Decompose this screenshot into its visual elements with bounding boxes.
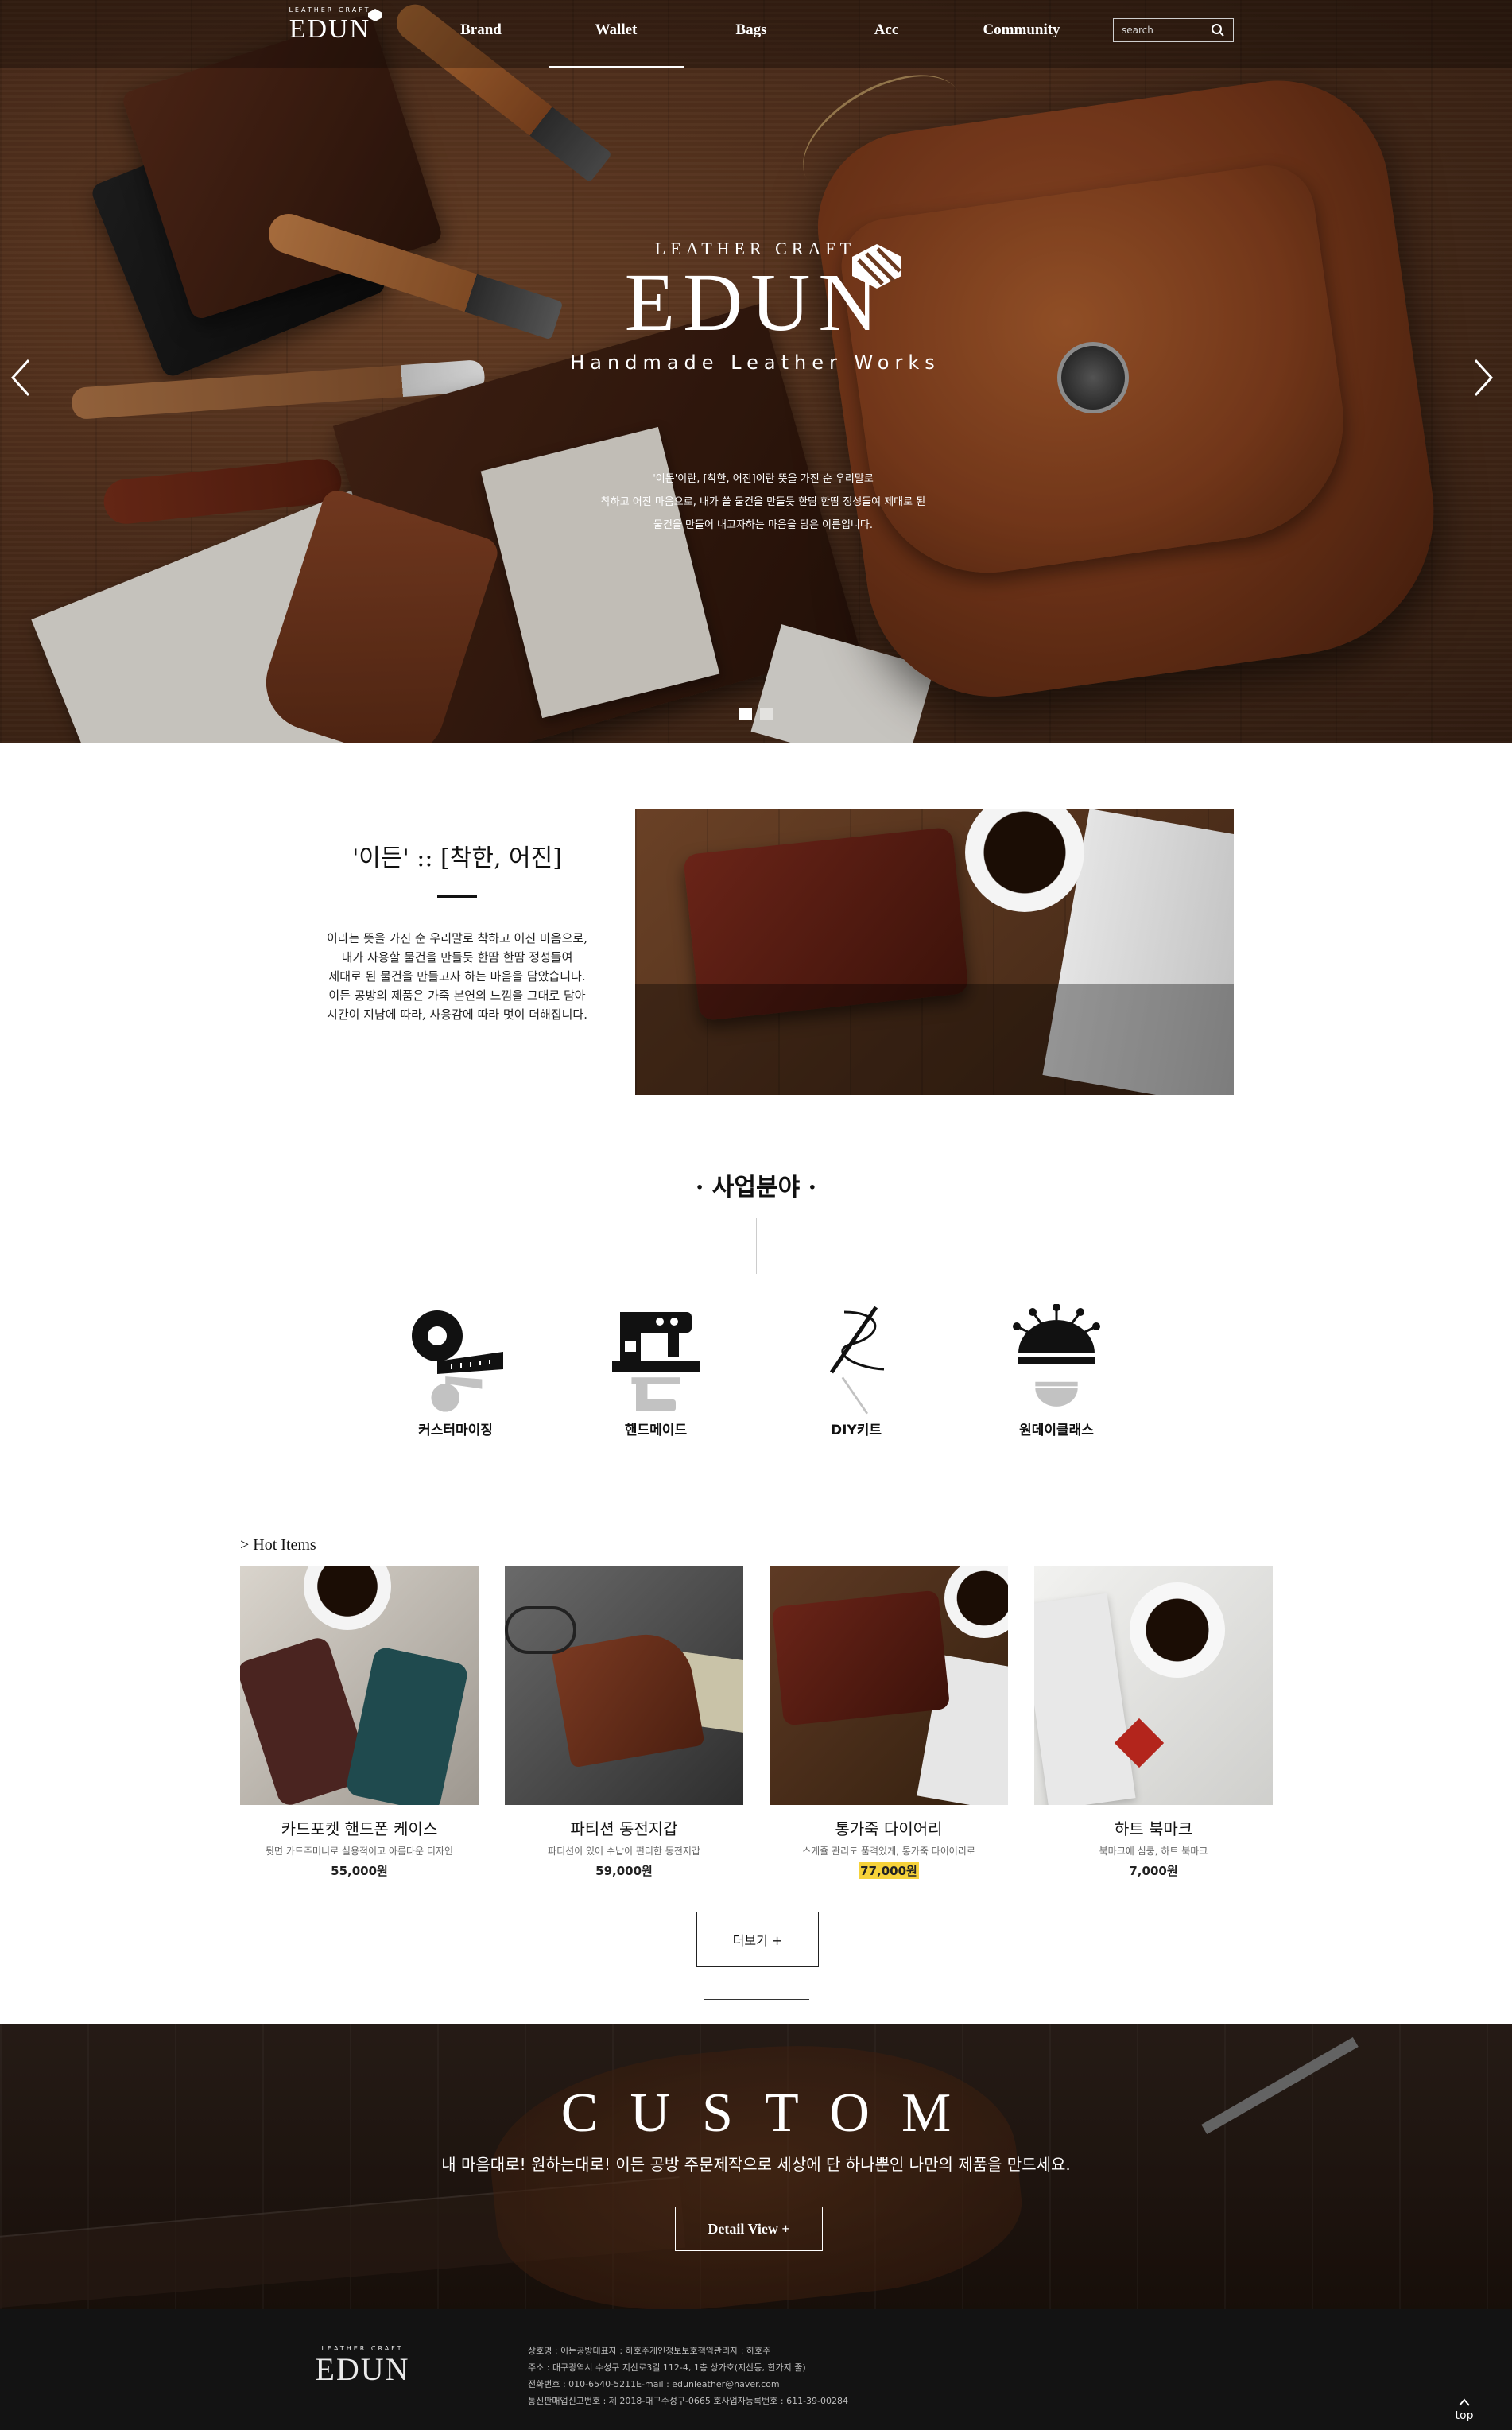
business-item-handmade[interactable]: 핸드메이드 (592, 1304, 719, 1438)
product-image[interactable] (1034, 1566, 1273, 1805)
product-price: 59,000원 (595, 1864, 653, 1878)
site-header: LEATHER CRAFT EDUN Brand Wallet Bags Acc… (0, 0, 1512, 68)
intro-coffee-cup (965, 809, 1084, 912)
business-item-oneday-class[interactable]: 원데이클래스 (993, 1304, 1120, 1438)
product-price: 77,000원 (859, 1862, 919, 1879)
nav-brand[interactable]: Brand (413, 0, 549, 68)
slider-dot-2[interactable] (760, 708, 773, 720)
product-name[interactable]: 파티션 동전지갑 (505, 1816, 743, 1839)
product-name[interactable]: 통가죽 다이어리 (770, 1816, 1008, 1839)
footer-logo-wordmark: EDUN (315, 2351, 410, 2387)
back-to-top-button[interactable]: top (1448, 2397, 1480, 2422)
product-desc: 스케쥴 관리도 품격있게, 통가죽 다이어리로 (802, 1846, 975, 1857)
logo-mark-icon (368, 9, 382, 21)
brand-mark-icon (852, 244, 901, 289)
search-box (1113, 18, 1234, 42)
slider-next-arrow-icon[interactable] (1467, 354, 1499, 402)
product-card[interactable]: 통가죽 다이어리 스케쥴 관리도 품격있게, 통가죽 다이어리로 77,000원 (770, 1566, 1008, 1879)
nav-bags[interactable]: Bags (684, 0, 819, 68)
product-price: 7,000원 (1129, 1864, 1178, 1878)
slider-dot-1[interactable] (739, 708, 752, 720)
business-item-customizing[interactable]: 커스터마이징 (392, 1304, 519, 1438)
custom-subtitle: 내 마음대로! 원하는대로! 이든 공방 주문제작으로 세상에 단 하나뿐인 나… (441, 2155, 1071, 2174)
product-name[interactable]: 하트 북마크 (1034, 1816, 1273, 1839)
search-icon[interactable] (1208, 20, 1228, 41)
logo-tagline: LEATHER CRAFT (289, 6, 371, 14)
more-divider (704, 1999, 809, 2000)
chevron-up-icon (1459, 2398, 1470, 2406)
sewing-machine-icon (592, 1304, 719, 1376)
intro-title: '이든' :: [착한, 어진] (352, 844, 562, 872)
site-logo[interactable]: LEATHER CRAFT EDUN (280, 6, 382, 45)
back-to-top-label: top (1455, 2409, 1474, 2422)
footer-info: 상호명 : 이든공방대표자 : 하호주개인정보보호책임관리자 : 하호주 주소 … (528, 2346, 849, 2406)
nav-community[interactable]: Community (954, 0, 1089, 68)
custom-title: CUSTOM (560, 2083, 983, 2144)
product-desc: 파티션이 있어 수납이 편리한 동전지갑 (548, 1846, 700, 1857)
nav-acc[interactable]: Acc (819, 0, 954, 68)
intro-photo (635, 809, 1234, 1095)
business-divider (756, 1218, 757, 1274)
site-footer: LEATHER CRAFT EDUN 상호명 : 이든공방대표자 : 하호주개인… (0, 2309, 1512, 2430)
search-input[interactable] (1114, 19, 1208, 41)
product-image[interactable] (505, 1566, 743, 1805)
logo-wordmark: EDUN (289, 14, 371, 44)
hero-tagline: Handmade Leather Works (570, 351, 940, 374)
hero-description: '이든'이란, [착한, 어진]이란 뜻을 가진 순 우리말로 착하고 어진 마… (600, 473, 926, 531)
needle-thread-icon (793, 1304, 920, 1376)
slider-prev-arrow-icon[interactable] (5, 354, 37, 402)
detail-view-button[interactable]: Detail View + (675, 2207, 823, 2251)
business-label: 커스터마이징 (418, 1423, 493, 1438)
hot-items-title: > Hot Items (240, 1536, 316, 1554)
product-desc: 뒷면 카드주머니로 실용적이고 아름다운 디자인 (265, 1846, 454, 1857)
product-card[interactable]: 카드포켓 핸드폰 케이스 뒷면 카드주머니로 실용적이고 아름다운 디자인 55… (240, 1566, 479, 1879)
intro-text: 이라는 뜻을 가진 순 우리말로 착하고 어진 마음으로, 내가 사용할 물건을… (327, 931, 587, 1022)
product-name[interactable]: 카드포켓 핸드폰 케이스 (240, 1816, 479, 1839)
hero-slider: LEATHER CRAFT EDUN Handmade Leather Work… (0, 0, 1512, 743)
product-image[interactable] (240, 1566, 479, 1805)
nav-wallet[interactable]: Wallet (549, 0, 684, 68)
more-button[interactable]: 더보기 + (696, 1912, 819, 1967)
product-image[interactable] (770, 1566, 1008, 1805)
business-label: 원데이클래스 (1019, 1423, 1094, 1438)
slider-pagination (739, 708, 773, 720)
product-card[interactable]: 하트 북마크 북마크에 심쿵, 하트 북마크 7,000원 (1034, 1566, 1273, 1879)
intro-photo-shade (635, 984, 1234, 1095)
product-price: 55,000원 (331, 1864, 388, 1878)
business-title: · 사업분야 · (695, 1174, 817, 1201)
business-label: DIY키트 (830, 1423, 882, 1438)
intro-divider (437, 895, 477, 898)
business-label: 핸드메이드 (624, 1423, 688, 1438)
footer-logo[interactable]: LEATHER CRAFT EDUN (307, 2345, 418, 2387)
pincushion-icon (993, 1304, 1120, 1376)
product-desc: 북마크에 심쿵, 하트 북마크 (1099, 1846, 1208, 1857)
tape-measure-icon (392, 1304, 519, 1376)
main-nav: Brand Wallet Bags Acc Community (413, 0, 1089, 68)
product-card[interactable]: 파티션 동전지갑 파티션이 있어 수납이 편리한 동전지갑 59,000원 (505, 1566, 743, 1879)
business-item-diy-kit[interactable]: DIY키트 (793, 1304, 920, 1438)
